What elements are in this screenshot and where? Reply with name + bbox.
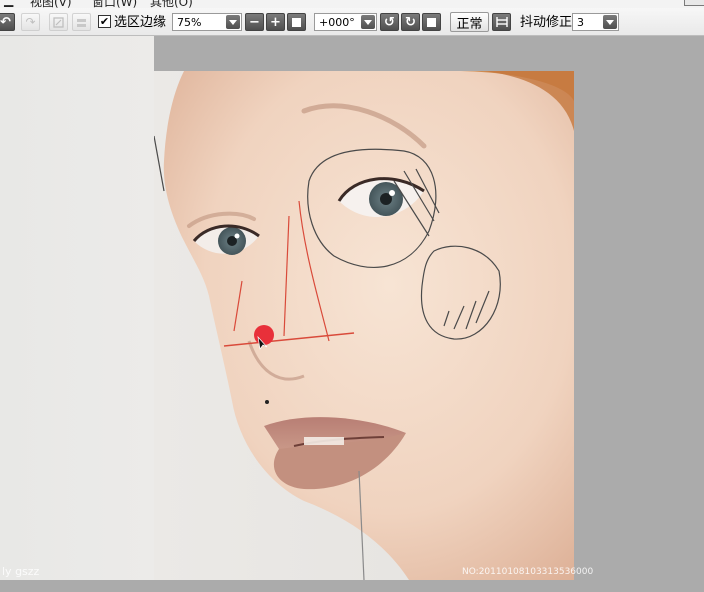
chevron-down-icon xyxy=(361,15,375,29)
image-id-watermark: NO:20110108103313536000 xyxy=(462,567,594,577)
menu-item-edit-partial[interactable]: ▁ xyxy=(4,0,13,7)
stabilizer-value: 3 xyxy=(577,15,584,29)
signature-watermark: ly gszz xyxy=(2,565,40,578)
zoom-select[interactable]: 75% xyxy=(172,13,242,31)
blend-mode-button[interactable]: 正常 xyxy=(450,12,489,32)
menu-item-other[interactable]: 其他(O) xyxy=(150,0,193,8)
redo-icon: ↷ xyxy=(25,15,36,29)
flip-horizontal-icon xyxy=(495,17,508,27)
zoom-value: 75% xyxy=(177,15,202,29)
chevron-down-icon xyxy=(226,15,240,29)
select-edge-label: 选区边缘 xyxy=(114,15,167,30)
zoom-in-button[interactable]: + xyxy=(266,13,285,31)
rotation-value: +000° xyxy=(319,15,355,29)
redo-button[interactable]: ↷ xyxy=(21,13,40,31)
rotate-reset-button[interactable] xyxy=(422,13,441,31)
zoom-reset-button[interactable] xyxy=(287,13,306,31)
menu-item-window[interactable]: 窗口(W) xyxy=(92,0,137,8)
zoom-out-icon: − xyxy=(249,14,260,30)
rotate-reset-icon xyxy=(427,17,436,27)
menu-item-view[interactable]: 视图(V) xyxy=(30,0,72,8)
rotate-left-icon: ↺ xyxy=(384,14,395,30)
photo-canvas[interactable] xyxy=(154,71,574,580)
rotate-left-button[interactable]: ↺ xyxy=(380,13,399,31)
window-control-button[interactable] xyxy=(684,0,704,6)
clear-icon xyxy=(53,16,64,28)
chevron-down-icon xyxy=(603,15,617,29)
zoom-reset-icon xyxy=(292,17,301,27)
toolbar: ↶ ↷ ✔ 选区边缘 75% − + +000° ↺ ↻ 正常 抖动修正 3 xyxy=(0,8,704,36)
menu-bar: ▁ 视图(V) 窗口(W) 其他(O) xyxy=(0,0,704,8)
undo-button[interactable]: ↶ xyxy=(0,13,15,31)
stabilizer-label: 抖动修正 xyxy=(520,15,573,30)
clear-button[interactable] xyxy=(49,13,68,31)
canvas-paper[interactable] xyxy=(0,36,154,580)
stabilizer-select[interactable]: 3 xyxy=(572,13,619,31)
select-edge-checkbox[interactable]: ✔ xyxy=(98,15,111,28)
rotation-select[interactable]: +000° xyxy=(314,13,377,31)
fill-icon xyxy=(77,18,86,27)
fill-button[interactable] xyxy=(72,13,91,31)
rotate-right-icon: ↻ xyxy=(405,14,416,30)
zoom-in-icon: + xyxy=(270,14,281,30)
brush-cursor[interactable] xyxy=(254,325,274,345)
zoom-out-button[interactable]: − xyxy=(245,13,264,31)
undo-icon: ↶ xyxy=(0,14,11,30)
flip-horizontal-button[interactable] xyxy=(492,13,511,31)
rotate-right-button[interactable]: ↻ xyxy=(401,13,420,31)
